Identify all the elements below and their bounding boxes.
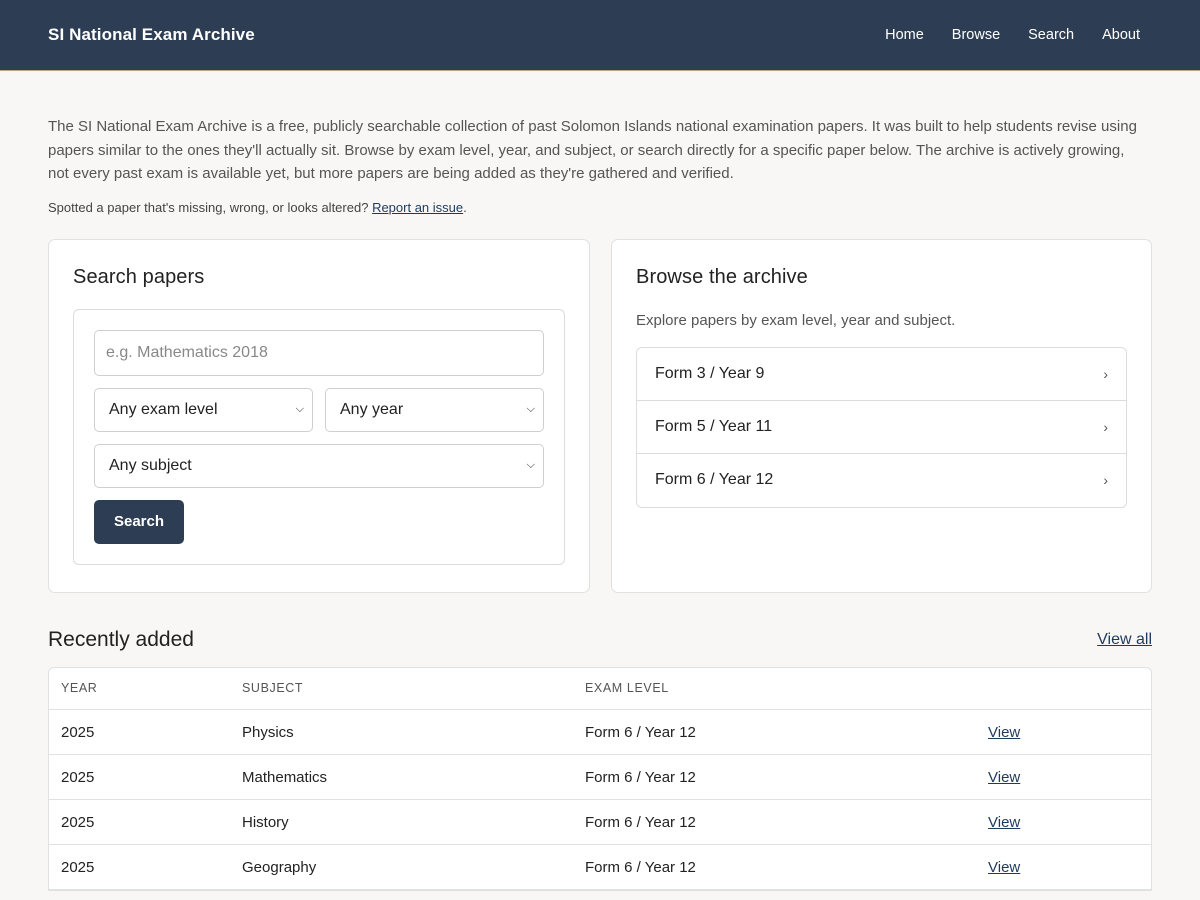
cards-row: Search papers Any exam level ⌵ Any year … (48, 238, 1152, 593)
view-link[interactable]: View (988, 724, 1020, 741)
column-header-action (976, 667, 1151, 710)
cell-year: 2025 (49, 799, 230, 845)
browse-card-title: Browse the archive (636, 265, 808, 288)
exam-level-select[interactable]: Any exam level ⌵ (94, 387, 313, 432)
view-link[interactable]: View (988, 814, 1020, 831)
year-select[interactable]: Any year ⌵ (325, 387, 544, 432)
cell-year: 2025 (49, 754, 230, 800)
report-suffix: . (463, 199, 467, 215)
level-item-label: Form 3 / Year 9 (655, 364, 765, 382)
recent-table-container: YEAR SUBJECT EXAM LEVEL 2025 Physics For… (48, 666, 1152, 891)
cell-exam-level: Form 6 / Year 12 (573, 754, 976, 800)
view-link[interactable]: View (988, 859, 1020, 876)
report-issue-link[interactable]: Report an issue (372, 200, 463, 215)
intro-paragraph: The SI National Exam Archive is a free, … (48, 118, 1137, 182)
subject-row: Any subject ⌵ (94, 443, 544, 488)
cell-exam-level: Form 6 / Year 12 (573, 799, 976, 845)
browse-subtitle: Explore papers by exam level, year and s… (636, 311, 956, 329)
main-nav: Home Browse Search About (857, 27, 1140, 43)
cell-action: View (976, 844, 1151, 890)
table-row: 2025 Geography Form 6 / Year 12 View (49, 844, 1151, 890)
cell-year: 2025 (49, 709, 230, 755)
year-select-value: Any year (340, 400, 404, 418)
nav-about-link[interactable]: About (1102, 27, 1140, 43)
cell-subject: Physics (230, 709, 573, 755)
level-item-form3[interactable]: Form 3 / Year 9 › (637, 347, 1126, 401)
search-card: Search papers Any exam level ⌵ Any year … (48, 238, 590, 593)
table-header-row: YEAR SUBJECT EXAM LEVEL (49, 667, 1151, 710)
chevron-right-icon: › (1103, 472, 1108, 488)
report-line: Spotted a paper that's missing, wrong, o… (48, 200, 1152, 215)
nav-browse-link[interactable]: Browse (952, 27, 1000, 43)
column-header-year: YEAR (49, 667, 230, 710)
recent-title: Recently added (48, 627, 194, 651)
chevron-right-icon: › (1103, 365, 1108, 382)
recent-table: YEAR SUBJECT EXAM LEVEL 2025 Physics For… (49, 667, 1151, 890)
cell-action: View (976, 799, 1151, 845)
column-header-exam-level: EXAM LEVEL (573, 667, 976, 710)
cell-year: 2025 (49, 844, 230, 890)
recent-header: Recently added View all (48, 628, 1152, 652)
main-content: The SI National Exam Archive is a free, … (0, 115, 1200, 891)
cell-subject: Geography (230, 844, 573, 890)
exam-level-list: Form 3 / Year 9 › Form 5 / Year 11 › For… (636, 346, 1127, 508)
level-item-form6[interactable]: Form 6 / Year 12 › (637, 453, 1126, 507)
subject-select[interactable]: Any subject ⌵ (94, 443, 544, 488)
chevron-down-icon: ⌵ (526, 459, 535, 471)
nav-search-link[interactable]: Search (1028, 27, 1074, 43)
exam-level-select-value: Any exam level (109, 400, 218, 418)
chevron-right-icon: › (1103, 418, 1108, 435)
level-item-form5[interactable]: Form 5 / Year 11 › (637, 400, 1126, 454)
site-brand[interactable]: SI National Exam Archive (48, 25, 255, 45)
level-item-label: Form 5 / Year 11 (655, 417, 773, 435)
search-input[interactable] (94, 329, 544, 376)
search-card-title: Search papers (73, 265, 205, 288)
cell-action: View (976, 754, 1151, 800)
search-form: Any exam level ⌵ Any year ⌵ Any subject … (73, 308, 565, 565)
chevron-down-icon: ⌵ (526, 403, 535, 415)
table-row: 2025 Mathematics Form 6 / Year 12 View (49, 754, 1151, 800)
cell-subject: Mathematics (230, 754, 573, 800)
select-row: Any exam level ⌵ Any year ⌵ (94, 387, 544, 432)
subject-select-value: Any subject (109, 456, 192, 474)
column-header-subject: SUBJECT (230, 667, 573, 710)
chevron-down-icon: ⌵ (295, 403, 304, 415)
level-item-label: Form 6 / Year 12 (655, 471, 774, 488)
cell-exam-level: Form 6 / Year 12 (573, 709, 976, 755)
report-prefix: Spotted a paper that's missing, wrong, o… (48, 199, 369, 215)
table-row: 2025 Physics Form 6 / Year 12 View (49, 709, 1151, 755)
cell-subject: History (230, 799, 573, 845)
browse-card: Browse the archive Explore papers by exa… (611, 238, 1152, 593)
table-row: 2025 History Form 6 / Year 12 View (49, 799, 1151, 845)
search-button[interactable]: Search (94, 499, 184, 544)
top-navbar: SI National Exam Archive Home Browse Sea… (0, 0, 1200, 71)
view-link[interactable]: View (988, 769, 1020, 786)
nav-home-link[interactable]: Home (885, 27, 924, 43)
view-all-link[interactable]: View all (1097, 631, 1152, 649)
cell-exam-level: Form 6 / Year 12 (573, 844, 976, 890)
cell-action: View (976, 709, 1151, 755)
